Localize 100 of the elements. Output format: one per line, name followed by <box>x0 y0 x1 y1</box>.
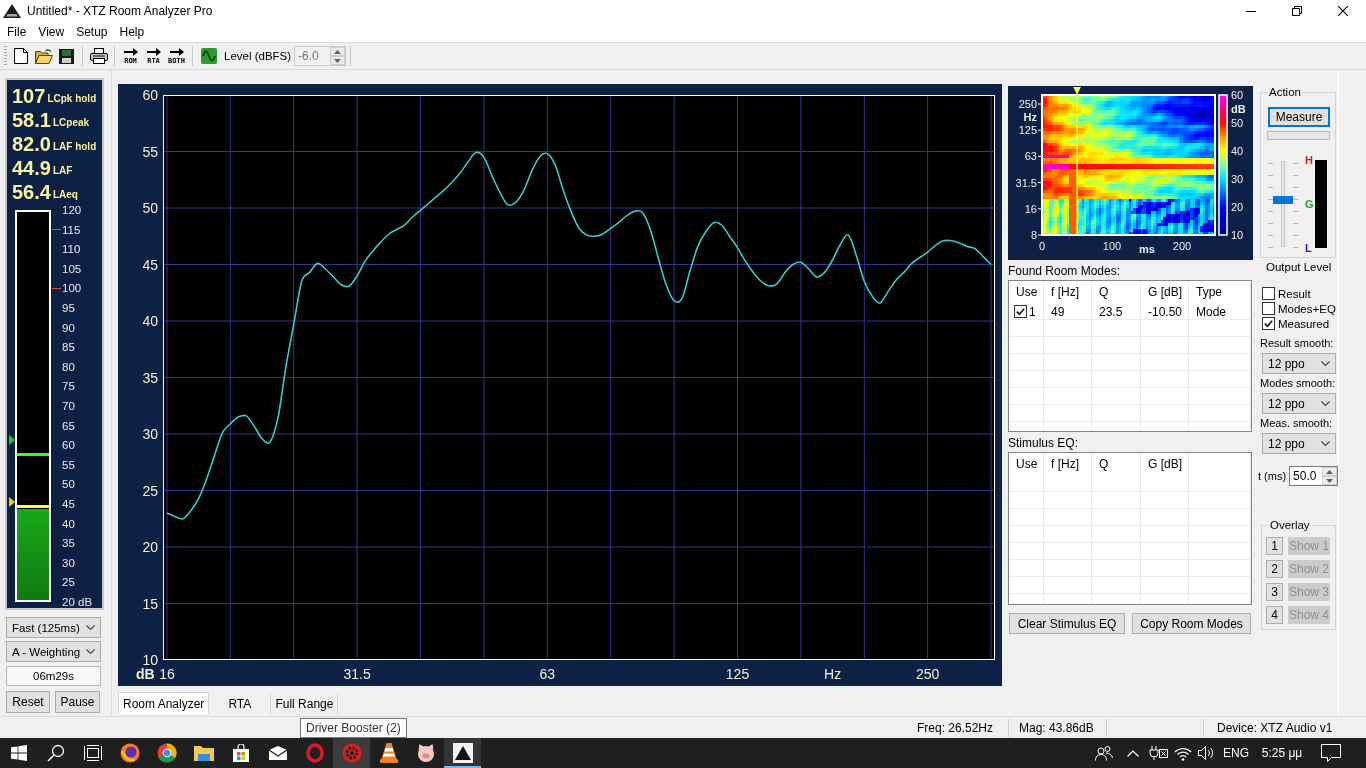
column-header[interactable]: Use <box>1009 453 1044 475</box>
readout-value: 107 <box>12 86 46 106</box>
taskbar-app-button[interactable] <box>444 738 481 768</box>
x-tick-label: 250 <box>915 666 940 682</box>
checkbox[interactable] <box>1014 305 1027 318</box>
clear-eq-button[interactable]: Clear Stimulus EQ <box>1009 613 1125 634</box>
x-axis-title: Hz <box>824 666 842 682</box>
color-scale-label: dB <box>1231 103 1246 115</box>
open-folder-icon <box>34 48 53 64</box>
app-logo-icon <box>3 4 21 18</box>
frequency-tick-label: 8 <box>1030 229 1037 241</box>
tab[interactable]: Full Range <box>271 694 339 714</box>
smoothing-dropdown[interactable]: 12 ppo <box>1262 433 1336 454</box>
slider-thumb[interactable] <box>1273 195 1293 204</box>
chevron-up-icon[interactable] <box>1127 749 1139 757</box>
copy-modes-button[interactable]: Copy Room Modes <box>1132 613 1251 634</box>
time-cursor[interactable] <box>1073 87 1081 235</box>
ring-icon <box>305 743 324 763</box>
frequency-tick-label: 16 <box>1024 202 1037 215</box>
down-caret-icon <box>334 58 342 63</box>
y-tick-label: 10 <box>142 652 158 668</box>
column-header[interactable]: Type <box>1189 281 1251 303</box>
checkbox[interactable] <box>1262 317 1275 330</box>
status-text: Mag: 43.86dB <box>1019 720 1094 735</box>
checkbox-label[interactable]: Measured <box>1278 317 1330 330</box>
group-title: Action <box>1268 85 1302 99</box>
time-field[interactable]: 50.0 <box>1289 466 1339 486</box>
menu-item[interactable]: Help <box>113 23 151 41</box>
spin-up-button[interactable] <box>1322 467 1338 476</box>
app-logo-icon <box>452 743 473 763</box>
table-cell-text: 23.5 <box>1098 303 1124 320</box>
time-tick-label: ms <box>1139 243 1155 255</box>
plug-icon[interactable] <box>1149 746 1169 760</box>
time-tick-label: 0 <box>1038 240 1046 252</box>
readout-value: 82.0 <box>12 134 51 154</box>
column-header[interactable]: G [dB] <box>1141 281 1189 303</box>
column-header[interactable]: G [dB] <box>1141 453 1189 475</box>
column-header[interactable]: Use <box>1009 281 1044 303</box>
weighting-dropdown[interactable]: A - Weighting <box>6 641 101 662</box>
smoothing-dropdown[interactable]: 12 ppo <box>1262 353 1336 374</box>
checkbox-label[interactable]: Result <box>1278 287 1311 300</box>
checkbox-label[interactable]: Modes+EQ <box>1278 302 1336 315</box>
scale-label: 25 <box>62 575 75 590</box>
menu-item[interactable]: File <box>1 23 33 41</box>
y-tick-label: 45 <box>142 256 158 273</box>
chevron-down-icon <box>1321 401 1330 406</box>
minimize-icon <box>1246 10 1256 12</box>
output-level-slider[interactable] <box>1268 158 1298 250</box>
checkbox[interactable] <box>1262 287 1275 300</box>
frequency-tick-label: 250 <box>1018 98 1037 110</box>
tab[interactable]: Room Analyzer <box>118 692 210 714</box>
reset-button[interactable]: Reset <box>6 691 50 713</box>
browser-icon <box>119 743 140 763</box>
window-title: Untitled* - XTZ Room Analyzer Pro <box>27 4 213 18</box>
y-tick-label: 25 <box>142 482 158 499</box>
y-tick-label: 20 <box>142 539 158 555</box>
wifi-icon[interactable] <box>1174 745 1192 761</box>
scale-label: 120 <box>62 203 82 217</box>
readout-quantity: LAF <box>52 164 73 176</box>
up-caret-icon <box>334 49 342 54</box>
people-icon[interactable] <box>1095 745 1113 761</box>
field-label: Modes smooth: <box>1260 376 1336 390</box>
smoothing-dropdown[interactable]: 12 ppo <box>1262 393 1336 414</box>
traffic-cone-icon <box>379 743 398 763</box>
tab[interactable]: RTA <box>209 694 272 714</box>
clock[interactable]: 5:25 μμ <box>1261 746 1303 760</box>
x-tick-label: 31.5 <box>343 666 371 682</box>
y-tick-label: 40 <box>142 313 158 329</box>
measure-button[interactable]: Measure <box>1268 107 1330 127</box>
shopping-bag-icon <box>231 744 250 762</box>
response-dropdown[interactable]: Fast (125ms) <box>6 617 101 638</box>
chevron-down-icon <box>86 649 95 654</box>
chevron-down-icon <box>1321 361 1330 366</box>
chevron-down-icon <box>1321 441 1330 446</box>
spin-down-button[interactable] <box>1322 476 1338 485</box>
frequency-tick-label: Hz <box>1023 111 1037 124</box>
status-text: Freq: 26.52Hz <box>917 720 994 735</box>
field-label: t (ms) <box>1258 470 1287 482</box>
menu-item[interactable]: View <box>32 23 71 41</box>
pause-button[interactable]: Pause <box>55 691 100 713</box>
y-tick-label: 50 <box>142 200 158 216</box>
y-tick-label: 30 <box>142 426 158 442</box>
color-scale-label: 10 <box>1231 229 1244 241</box>
scale-label: 50 <box>62 477 75 492</box>
speech-bubble-icon[interactable] <box>1321 744 1341 762</box>
column-header[interactable]: Q <box>1092 281 1141 303</box>
language-indicator[interactable]: ENG <box>1223 746 1249 760</box>
column-header[interactable]: f [Hz] <box>1044 453 1092 475</box>
scale-label: 70 <box>62 398 75 413</box>
column-header[interactable]: Q <box>1092 453 1141 475</box>
envelope-icon <box>268 746 287 760</box>
print-button[interactable] <box>87 45 110 67</box>
checkbox[interactable] <box>1262 302 1275 315</box>
y-tick-label: 35 <box>142 369 158 386</box>
column-header[interactable]: f [Hz] <box>1044 281 1092 303</box>
meter-scale-letter: G <box>1305 198 1314 210</box>
speaker-icon[interactable] <box>1198 745 1216 761</box>
menu-item[interactable]: Setup <box>70 23 114 41</box>
y-tick-label: 15 <box>142 595 158 612</box>
wave-icon <box>200 48 217 64</box>
